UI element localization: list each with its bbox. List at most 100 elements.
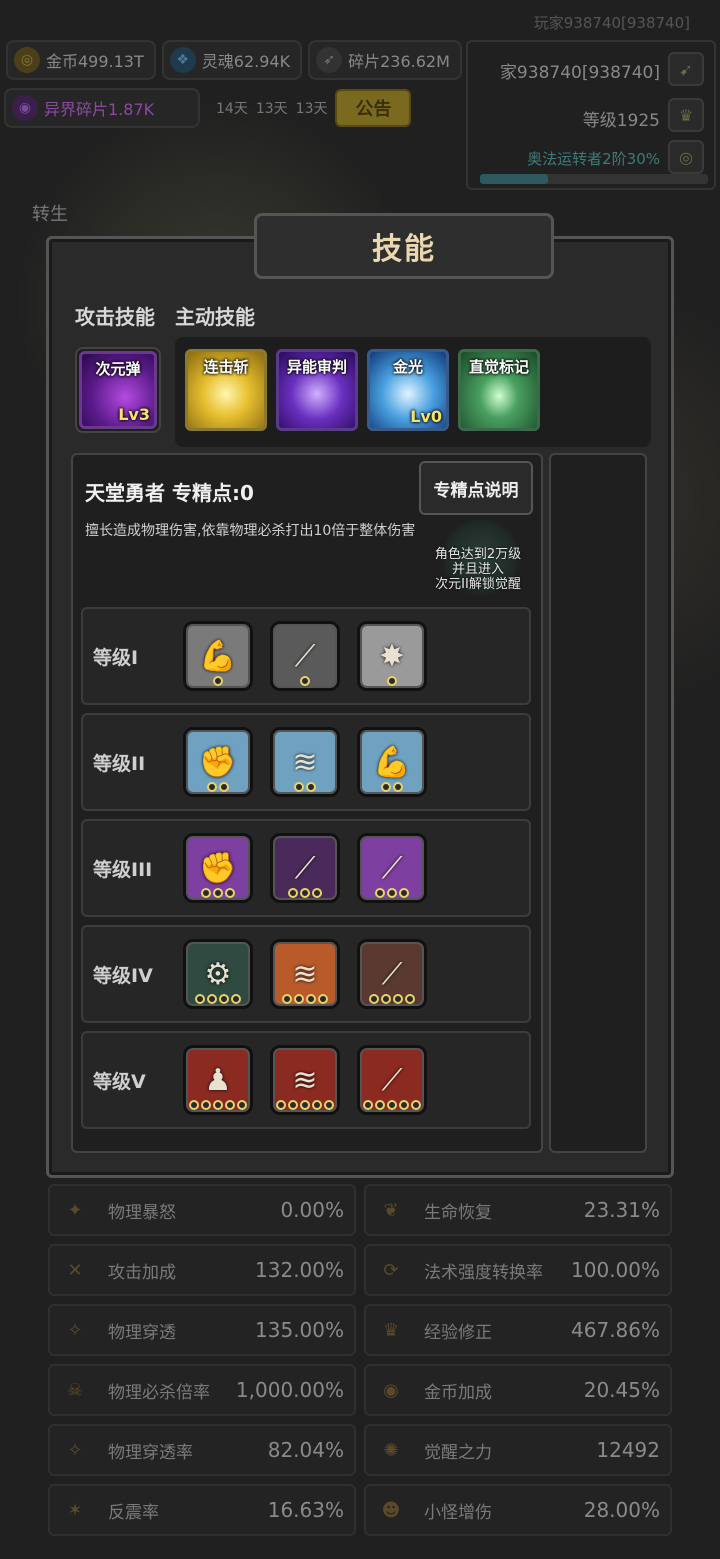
talent-point-dot <box>300 888 310 898</box>
active-skill-strip: 连击斩 异能审判 金光 Lv0 直觉标记 <box>175 337 651 447</box>
talent-point-dot <box>201 1100 211 1110</box>
tier-label: 等级V <box>93 1071 146 1093</box>
tab-attack-skills[interactable]: 攻击技能 <box>75 301 155 330</box>
pierce-rate-icon: ✧ <box>67 1439 83 1461</box>
talent-node[interactable]: ≋ <box>270 727 340 797</box>
skill-card-dimension-bullet[interactable]: 次元弹 Lv3 <box>79 351 157 429</box>
talent-dots <box>273 994 337 1004</box>
talent-node[interactable]: ≋ <box>270 939 340 1009</box>
talent-point-dot <box>375 888 385 898</box>
talent-tier: 等级II ✊ ≋ 💪 <box>81 713 531 811</box>
shard-resource[interactable]: ➶ 碎片236.62M <box>308 40 462 80</box>
talent-point-dot <box>387 1100 397 1110</box>
talent-point-dot <box>405 994 415 1004</box>
talent-point-dot <box>300 676 310 686</box>
profile-level: 等级1925 <box>582 111 660 131</box>
talent-node[interactable]: ⟋ <box>357 1045 427 1115</box>
talent-node[interactable]: 💪 <box>357 727 427 797</box>
talent-node[interactable]: ✊ <box>183 833 253 903</box>
talent-node[interactable]: ≋ <box>270 1045 340 1115</box>
talent-point-dot <box>318 994 328 1004</box>
soul-icon: ❖ <box>169 47 196 73</box>
skill-name: 次元弹 <box>95 360 141 378</box>
resource-bar: ◎ 金币499.13T ❖ 灵魂62.94K ➶ 碎片236.62M <box>0 40 462 84</box>
stat-row: ✕ 攻击加成 132.00% <box>48 1244 356 1296</box>
spec-explain-button[interactable]: 专精点说明 <box>419 461 533 515</box>
swords-icon: ✕ <box>67 1259 83 1281</box>
figure-icon: ♟ <box>204 1062 232 1098</box>
talent-node[interactable]: ⟋ <box>270 833 340 903</box>
stat-value: 1,000.00% <box>235 1378 344 1402</box>
talent-point-dot <box>387 888 397 898</box>
stat-row: ◉ 金币加成 20.45% <box>364 1364 672 1416</box>
talent-point-dot <box>189 1100 199 1110</box>
timer-3[interactable]: 13天 <box>296 98 328 118</box>
spec-title: 天堂勇者 专精点:0 <box>85 481 254 505</box>
talent-node[interactable]: ✸ <box>357 621 427 691</box>
talent-node[interactable]: ⚙ <box>183 939 253 1009</box>
feather-icon[interactable]: ➹ <box>668 52 704 86</box>
talent-node[interactable]: ⟋ <box>270 621 340 691</box>
stat-value: 100.00% <box>571 1258 660 1282</box>
leaf-icon: ❦ <box>383 1199 399 1221</box>
timer-2[interactable]: 13天 <box>256 98 288 118</box>
alien-shard-resource[interactable]: ◉ 异界碎片1.87K <box>4 88 200 128</box>
talent-node[interactable]: 💪 <box>183 621 253 691</box>
talent-node[interactable]: ⟋ <box>357 833 427 903</box>
claw-mark-icon: ⟋ <box>381 850 403 886</box>
skill-card-combo-slash[interactable]: 连击斩 <box>185 349 267 431</box>
tier-label: 等级III <box>93 859 153 881</box>
talent-point-dot <box>381 994 391 1004</box>
profile-card[interactable]: 家938740[938740] ➹ 等级1925 ♛ 奥法运转者2阶30% ◎ <box>466 40 716 190</box>
talent-dots <box>360 676 424 686</box>
talent-point-dot <box>324 1100 334 1110</box>
talent-dots <box>273 888 337 898</box>
gear-icon: ⚙ <box>204 956 232 992</box>
stat-value: 12492 <box>596 1438 660 1462</box>
talent-node[interactable]: ✊ <box>183 727 253 797</box>
soul-amount: 灵魂62.94K <box>201 52 291 71</box>
stat-label: 生命恢复 <box>424 1202 492 1223</box>
coin-icon: ◎ <box>14 47 40 73</box>
rebirth-label[interactable]: 转生 <box>32 200 68 226</box>
gold-resource[interactable]: ◎ 金币499.13T <box>6 40 156 80</box>
talent-tier: 等级III ✊ ⟋ ⟋ <box>81 819 531 917</box>
shard-amount: 碎片236.62M <box>348 52 450 71</box>
skill-level: Lv3 <box>118 405 150 424</box>
talent-node[interactable]: ♟ <box>183 1045 253 1115</box>
skill-card-psionic-judgment[interactable]: 异能审判 <box>276 349 358 431</box>
talent-tier: 等级V ♟ ≋ ⟋ <box>81 1031 531 1129</box>
talent-dots <box>186 676 250 686</box>
skill-tabs: 攻击技能 主动技能 <box>75 301 255 330</box>
soul-resource[interactable]: ❖ 灵魂62.94K <box>161 40 303 80</box>
talent-point-dot <box>195 994 205 1004</box>
talent-point-dot <box>213 676 223 686</box>
crown-icon: ♛ <box>668 98 704 132</box>
stat-label: 法术强度转换率 <box>424 1262 543 1283</box>
skill-card-golden-light[interactable]: 金光 Lv0 <box>367 349 449 431</box>
talent-node[interactable]: ⟋ <box>357 939 427 1009</box>
talent-point-dot <box>369 994 379 1004</box>
talent-point-dot <box>387 676 397 686</box>
skills-modal: 技能 攻击技能 主动技能 次元弹 Lv3 连击斩 异能审判 金光 Lv0 直觉标… <box>46 213 674 1178</box>
notice-button[interactable]: 公告 <box>335 89 412 127</box>
skill-name: 金光 <box>392 358 423 376</box>
talent-point-dot <box>294 782 304 792</box>
talent-point-dot <box>219 994 229 1004</box>
claw-mark-icon: ⟋ <box>381 1062 403 1098</box>
muscle-icon: 💪 <box>373 744 411 780</box>
skill-name: 异能审判 <box>286 358 347 376</box>
stat-value: 20.45% <box>583 1378 660 1402</box>
talent-point-dot <box>393 782 403 792</box>
talent-point-dot <box>306 994 316 1004</box>
talent-point-dot <box>288 888 298 898</box>
talent-point-dot <box>288 1100 298 1110</box>
skill-card-intuition-mark[interactable]: 直觉标记 <box>458 349 540 431</box>
tab-active-skills[interactable]: 主动技能 <box>175 301 255 330</box>
stat-label: 物理暴怒 <box>108 1202 176 1223</box>
slash-icon: ≋ <box>292 956 318 992</box>
talent-point-dot <box>213 1100 223 1110</box>
timer-1[interactable]: 14天 <box>216 98 248 118</box>
talent-point-dot <box>225 888 235 898</box>
modal-title-plate: 技能 <box>254 213 554 279</box>
